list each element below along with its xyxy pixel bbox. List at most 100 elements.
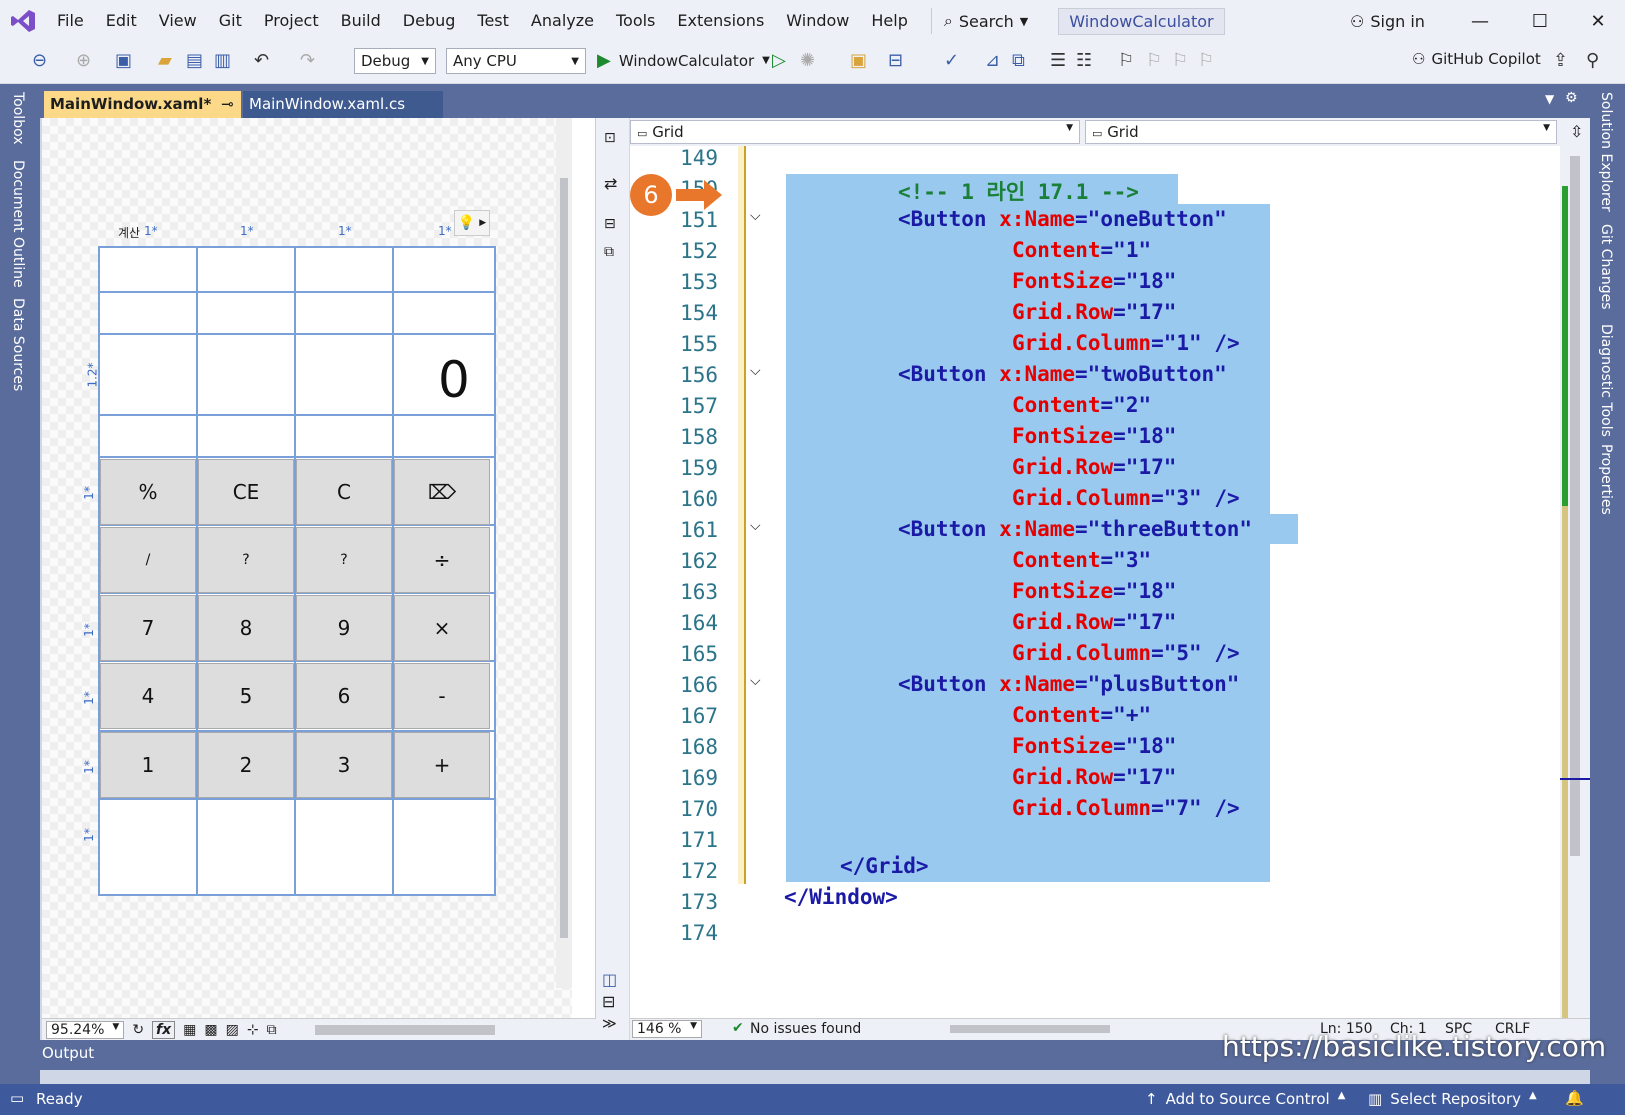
menu-tools[interactable]: Tools — [605, 0, 666, 42]
clear-entry-button[interactable]: CE — [198, 459, 294, 525]
maximize-button[interactable]: ☐ — [1515, 0, 1565, 42]
tab-overflow-icon[interactable]: ▼ — [1545, 92, 1554, 106]
effects-toggle[interactable]: fx — [152, 1020, 176, 1039]
menu-build[interactable]: Build — [330, 0, 392, 42]
solution-explorer-tab[interactable]: Solution Explorer — [1598, 92, 1614, 212]
menu-test[interactable]: Test — [466, 0, 520, 42]
horizontal-split-icon[interactable]: ⊟ — [602, 992, 615, 1011]
toolbox-tab[interactable]: Toolbox — [10, 92, 26, 145]
element-scope-select[interactable]: ▭ Grid ▼ — [630, 120, 1080, 144]
undo-icon[interactable]: ↶ — [254, 50, 269, 71]
popout-xaml-icon[interactable]: ⧉ — [604, 244, 614, 260]
collapse-chevron-icon[interactable]: ⌵ — [750, 363, 761, 379]
prev-bookmark-icon[interactable]: ⚐ — [1146, 50, 1162, 71]
row-label[interactable]: 1* — [82, 828, 96, 842]
swap-panes-icon[interactable]: ⇄ — [604, 174, 617, 193]
properties-tab[interactable]: Properties — [1598, 444, 1614, 515]
menu-debug[interactable]: Debug — [392, 0, 467, 42]
settings-gear-icon[interactable]: ⚙ — [1565, 90, 1578, 106]
editor-vertical-scrollbar[interactable] — [1560, 146, 1590, 1026]
tab-mainwindow-xaml-cs[interactable]: MainWindow.xaml.cs — [243, 91, 443, 118]
layout-icon[interactable]: ⊟ — [888, 50, 903, 71]
nine-button[interactable]: 9 — [296, 595, 392, 661]
save-icon[interactable]: ▤ — [186, 50, 203, 71]
pan-mode-icon[interactable]: ⊡ — [604, 130, 616, 146]
collapse-pane-icon[interactable]: ⊟ — [604, 216, 616, 232]
snap-grid-icon[interactable]: ▩ — [204, 1022, 217, 1038]
five-button[interactable]: 5 — [198, 663, 294, 729]
expand-pane-icon[interactable]: ≫ — [602, 1016, 617, 1032]
solution-explorer-icon[interactable]: ▣ — [850, 50, 867, 71]
notifications-bell-icon[interactable]: 🔔 — [1565, 1089, 1584, 1107]
code-editor[interactable]: 149 150 151 152 153 154 155 156 157 158 … — [630, 146, 1560, 1018]
menu-help[interactable]: Help — [860, 0, 918, 42]
select-icon[interactable]: ⊿ — [985, 50, 1000, 71]
back-icon[interactable]: ⊖ — [32, 50, 47, 71]
designer-horizontal-scrollbar[interactable] — [314, 1024, 495, 1035]
percent-button[interactable]: % — [100, 459, 196, 525]
start-debugging-button[interactable]: ▶ WindowCalculator ▼ — [597, 50, 770, 71]
collapse-chevron-icon[interactable]: ⌵ — [750, 208, 761, 224]
clear-bookmarks-icon[interactable]: ⚐ — [1198, 50, 1214, 71]
designer-zoom-select[interactable]: 95.24% ▼ — [46, 1020, 125, 1039]
save-all-icon[interactable]: ▥ — [214, 50, 231, 71]
output-tab[interactable]: Output — [40, 1044, 94, 1062]
comment-lines-icon[interactable]: ☰ — [1050, 50, 1066, 71]
refresh-icon[interactable]: ↻ — [132, 1022, 144, 1038]
menu-window[interactable]: Window — [775, 0, 860, 42]
collapse-chevron-icon[interactable]: ⌵ — [750, 673, 761, 689]
menu-edit[interactable]: Edit — [95, 0, 148, 42]
designer-vertical-scrollbar[interactable] — [556, 118, 572, 988]
four-button[interactable]: 4 — [100, 663, 196, 729]
grid-toggle-icon[interactable]: ▦ — [183, 1022, 196, 1038]
column-label[interactable]: 1* — [438, 224, 452, 238]
column-label[interactable]: 1* — [240, 224, 254, 238]
snap-lines-icon[interactable]: ⊹ — [247, 1022, 259, 1038]
six-button[interactable]: 6 — [296, 663, 392, 729]
design-surface[interactable]: 계산 1* 1* 1* 1* 💡 ▶ 1.2* 1* 1* 1* 1* 1* 0… — [42, 118, 572, 1018]
quick-actions-button[interactable]: 💡 ▶ — [454, 210, 490, 236]
new-project-icon[interactable]: ▣ — [115, 50, 132, 71]
sqrt-button[interactable]: ? — [296, 527, 392, 593]
bookmark-icon[interactable]: ⚐ — [1118, 50, 1134, 71]
open-folder-icon[interactable]: ▰ — [158, 50, 172, 71]
hot-reload-icon[interactable]: ✺ — [800, 50, 815, 71]
eight-button[interactable]: 8 — [198, 595, 294, 661]
editor-zoom-select[interactable]: 146 % ▼ — [632, 1020, 702, 1038]
uncomment-lines-icon[interactable]: ☷ — [1076, 50, 1092, 71]
row-label[interactable]: 1* — [82, 760, 96, 774]
spell-check-icon[interactable]: ✓ — [944, 50, 959, 71]
menu-view[interactable]: View — [148, 0, 208, 42]
vertical-split-icon[interactable]: ◫ — [602, 970, 617, 989]
feedback-icon[interactable]: ⚲ — [1586, 50, 1599, 71]
menu-file[interactable]: File — [46, 0, 95, 42]
clear-button[interactable]: C — [296, 459, 392, 525]
forward-icon[interactable]: ⊕ — [76, 50, 91, 71]
redo-icon[interactable]: ↷ — [300, 50, 315, 71]
tab-mainwindow-xaml[interactable]: MainWindow.xaml* ⊸ ✕ — [44, 91, 256, 118]
member-scope-select[interactable]: ▭ Grid ▼ — [1085, 120, 1557, 144]
add-to-source-control-button[interactable]: ↑ Add to Source Control ▲ — [1145, 1090, 1345, 1108]
plus-button[interactable]: + — [394, 732, 490, 798]
next-bookmark-icon[interactable]: ⚐ — [1172, 50, 1188, 71]
minus-button[interactable]: - — [394, 663, 490, 729]
artboard-bg-icon[interactable]: ▨ — [226, 1022, 239, 1038]
platform-select[interactable]: Any CPU ▼ — [446, 48, 586, 74]
reciprocal-button[interactable]: / — [100, 527, 196, 593]
start-without-debugging-icon[interactable]: ▷ — [772, 50, 786, 71]
close-window-button[interactable]: ✕ — [1573, 0, 1623, 42]
column-label[interactable]: 1* — [338, 224, 352, 238]
menu-project[interactable]: Project — [253, 0, 330, 42]
three-button[interactable]: 3 — [296, 732, 392, 798]
diagnostic-tools-tab[interactable]: Diagnostic Tools — [1598, 324, 1614, 437]
git-changes-tab[interactable]: Git Changes — [1598, 224, 1614, 310]
pin-icon[interactable]: ⊸ — [221, 95, 234, 114]
menu-analyze[interactable]: Analyze — [520, 0, 605, 42]
backspace-button[interactable]: ⌦ — [394, 459, 490, 525]
row-label[interactable]: 1* — [82, 486, 96, 500]
two-button[interactable]: 2 — [198, 732, 294, 798]
visual-studio-logo-icon[interactable] — [0, 0, 46, 42]
column-label[interactable]: 1* — [144, 224, 158, 238]
share-icon[interactable]: ⇪ — [1553, 50, 1568, 71]
row-label[interactable]: 1* — [82, 691, 96, 705]
